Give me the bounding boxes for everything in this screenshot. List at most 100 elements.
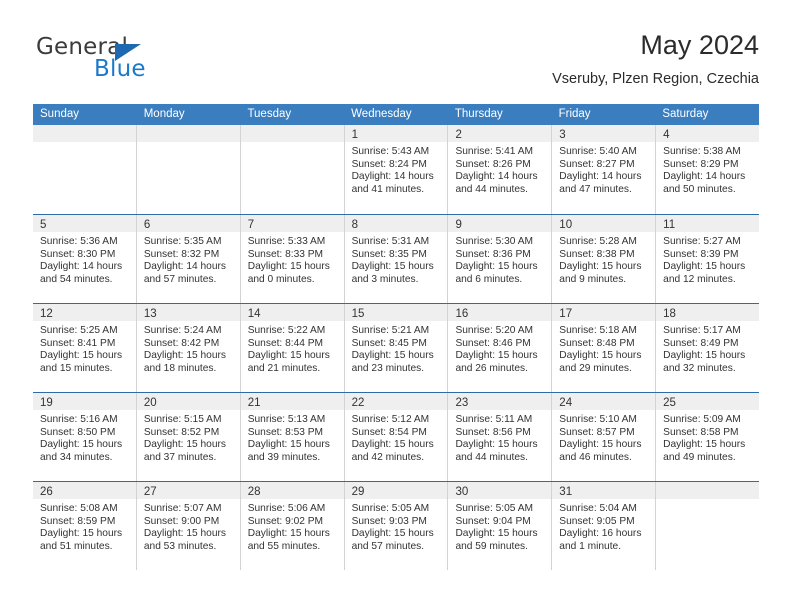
day-number-band: 14 (240, 304, 344, 321)
calendar-day-cell[interactable]: 31 Sunrise: 5:04 AM Sunset: 9:05 PM Dayligh… (551, 482, 656, 570)
daylight-text-line1: Daylight: 14 hours (143, 261, 226, 273)
calendar-day-cell[interactable]: 10 Sunrise: 5:28 AM Sunset: 8:38 PM Dayligh… (551, 215, 656, 303)
day-number-band: 22 (344, 393, 448, 410)
day-number-band: 24 (552, 393, 656, 410)
daylight-text-line2: and 0 minutes. (247, 273, 315, 285)
day-number-band: 31 (552, 482, 656, 499)
day-number-band: 4 (656, 125, 760, 142)
calendar-day-cell[interactable]: 13 Sunrise: 5:24 AM Sunset: 8:42 PM Dayligh… (135, 304, 240, 392)
sunset-text: Sunset: 8:56 PM (455, 426, 531, 438)
sunrise-text: Sunrise: 5:30 AM (455, 236, 534, 247)
sunset-text: Sunset: 8:29 PM (663, 158, 739, 170)
daylight-text-line1: Daylight: 15 hours (455, 350, 538, 362)
daylight-text-line1: Daylight: 15 hours (40, 350, 123, 362)
sunset-text: Sunset: 9:04 PM (455, 515, 531, 527)
calendar-day-cell[interactable]: 22 Sunrise: 5:12 AM Sunset: 8:54 PM Dayligh… (343, 393, 448, 481)
day-number-band: 17 (552, 304, 656, 321)
calendar-day-cell[interactable]: 12 Sunrise: 5:25 AM Sunset: 8:41 PM Dayligh… (33, 304, 136, 392)
sunset-text: Sunset: 8:26 PM (455, 158, 531, 170)
day-info: Sunrise: 5:08 AM Sunset: 8:59 PM Daylight:… (33, 499, 136, 553)
general-blue-logo[interactable]: General Blue (33, 34, 233, 90)
sunset-text: Sunset: 8:57 PM (559, 426, 635, 438)
sunset-text: Sunset: 8:38 PM (559, 248, 635, 260)
daylight-text-line2: and 41 minutes. (351, 183, 425, 195)
sunset-text: Sunset: 8:30 PM (40, 248, 116, 260)
sunrise-text: Sunrise: 5:09 AM (663, 414, 741, 425)
calendar-day-cell[interactable]: 16 Sunrise: 5:20 AM Sunset: 8:46 PM Dayligh… (447, 304, 552, 392)
calendar-day-cell[interactable]: 28 Sunrise: 5:06 AM Sunset: 9:02 PM Dayligh… (239, 482, 344, 570)
day-number-band: 5 (33, 215, 136, 232)
sunrise-text: Sunrise: 5:27 AM (663, 236, 741, 247)
day-number: 31 (559, 486, 573, 498)
calendar-day-cell[interactable]: 9 Sunrise: 5:30 AM Sunset: 8:36 PM Daylight… (447, 215, 552, 303)
day-number: 23 (455, 397, 469, 409)
calendar-day-cell[interactable]: 24 Sunrise: 5:10 AM Sunset: 8:57 PM Dayligh… (551, 393, 656, 481)
calendar-day-cell[interactable]: 1 Sunrise: 5:43 AM Sunset: 8:24 PM Daylight… (343, 125, 448, 214)
day-number: 19 (40, 397, 53, 409)
daylight-text-line2: and 53 minutes. (143, 540, 217, 552)
sunset-text: Sunset: 8:32 PM (143, 248, 220, 260)
calendar-day-cell[interactable]: 19 Sunrise: 5:16 AM Sunset: 8:50 PM Dayligh… (33, 393, 136, 481)
calendar-day-cell[interactable]: 3 Sunrise: 5:40 AM Sunset: 8:27 PM Daylight… (551, 125, 656, 214)
day-number-band (33, 125, 136, 142)
daylight-text-line2: and 47 minutes. (559, 183, 632, 195)
day-number: 4 (663, 129, 670, 141)
daylight-text-line2: and 3 minutes. (351, 273, 419, 285)
calendar-day-cell[interactable]: 20 Sunrise: 5:15 AM Sunset: 8:52 PM Dayligh… (135, 393, 240, 481)
daylight-text-line1: Daylight: 15 hours (143, 528, 226, 540)
sunset-text: Sunset: 8:27 PM (559, 158, 635, 170)
sunset-text: Sunset: 8:59 PM (40, 515, 116, 527)
weekday-header-row: Sunday Monday Tuesday Wednesday Thursday… (33, 104, 759, 125)
daylight-text-line1: Daylight: 15 hours (40, 439, 123, 451)
calendar-day-cell[interactable]: 29 Sunrise: 5:05 AM Sunset: 9:03 PM Dayligh… (343, 482, 448, 570)
sunrise-text: Sunrise: 5:08 AM (40, 503, 118, 514)
daylight-text-line1: Daylight: 15 hours (663, 350, 746, 362)
day-info: Sunrise: 5:09 AM Sunset: 8:58 PM Daylight:… (656, 410, 759, 464)
calendar-day-cell[interactable]: 4 Sunrise: 5:38 AM Sunset: 8:29 PM Daylight… (655, 125, 760, 214)
daylight-text-line2: and 29 minutes. (559, 362, 632, 374)
daylight-text-line2: and 1 minute. (559, 540, 622, 552)
calendar-day-cell[interactable]: 2 Sunrise: 5:41 AM Sunset: 8:26 PM Daylight… (447, 125, 552, 214)
day-number-band: 26 (33, 482, 136, 499)
sunrise-text: Sunrise: 5:35 AM (143, 236, 222, 247)
calendar-day-cell[interactable]: 5 Sunrise: 5:36 AM Sunset: 8:30 PM Daylight… (33, 215, 136, 303)
daylight-text-line2: and 50 minutes. (663, 183, 736, 195)
sunrise-text: Sunrise: 5:18 AM (559, 325, 637, 336)
calendar-day-cell[interactable]: 23 Sunrise: 5:11 AM Sunset: 8:56 PM Dayligh… (447, 393, 552, 481)
sunset-text: Sunset: 8:49 PM (663, 337, 739, 349)
daylight-text-line2: and 49 minutes. (663, 451, 736, 463)
daylight-text-line2: and 54 minutes. (40, 273, 113, 285)
sunrise-text: Sunrise: 5:05 AM (351, 503, 430, 514)
page-header: General Blue May 2024 Vseruby, Plzen Reg… (33, 28, 759, 96)
day-number-band: 3 (552, 125, 656, 142)
calendar-day-cell[interactable]: 17 Sunrise: 5:18 AM Sunset: 8:48 PM Dayligh… (551, 304, 656, 392)
calendar-day-cell[interactable]: 25 Sunrise: 5:09 AM Sunset: 8:58 PM Dayligh… (655, 393, 760, 481)
day-info: Sunrise: 5:33 AM Sunset: 8:33 PM Daylight:… (241, 232, 344, 286)
calendar-day-cell[interactable]: 15 Sunrise: 5:21 AM Sunset: 8:45 PM Dayligh… (343, 304, 448, 392)
calendar-day-cell[interactable]: 6 Sunrise: 5:35 AM Sunset: 8:32 PM Daylight… (135, 215, 240, 303)
calendar-day-cell[interactable]: 30 Sunrise: 5:05 AM Sunset: 9:04 PM Dayligh… (447, 482, 552, 570)
calendar-day-cell[interactable]: 11 Sunrise: 5:27 AM Sunset: 8:39 PM Dayligh… (655, 215, 760, 303)
calendar-week-row: 12 Sunrise: 5:25 AM Sunset: 8:41 PM Dayligh… (33, 303, 760, 392)
calendar-day-cell[interactable]: 18 Sunrise: 5:17 AM Sunset: 8:49 PM Dayligh… (655, 304, 760, 392)
page-title: May 2024 (640, 30, 759, 60)
day-info: Sunrise: 5:35 AM Sunset: 8:32 PM Daylight:… (137, 232, 240, 286)
daylight-text-line2: and 55 minutes. (247, 540, 321, 552)
sunset-text: Sunset: 8:52 PM (143, 426, 220, 438)
day-info: Sunrise: 5:27 AM Sunset: 8:39 PM Daylight:… (656, 232, 759, 286)
day-number-band: 18 (656, 304, 760, 321)
calendar-day-cell[interactable]: 21 Sunrise: 5:13 AM Sunset: 8:53 PM Dayligh… (239, 393, 344, 481)
day-number: 24 (559, 397, 573, 409)
calendar-day-cell[interactable]: 7 Sunrise: 5:33 AM Sunset: 8:33 PM Daylight… (239, 215, 344, 303)
day-number: 6 (143, 219, 151, 231)
calendar-day-cell[interactable]: 26 Sunrise: 5:08 AM Sunset: 8:59 PM Dayligh… (33, 482, 136, 570)
day-number: 17 (559, 308, 573, 320)
sunrise-text: Sunrise: 5:16 AM (40, 414, 118, 425)
calendar-day-cell[interactable]: 8 Sunrise: 5:31 AM Sunset: 8:35 PM Daylight… (343, 215, 448, 303)
day-info: Sunrise: 5:28 AM Sunset: 8:38 PM Daylight:… (552, 232, 655, 286)
sunset-text: Sunset: 8:36 PM (455, 248, 531, 260)
calendar-day-cell[interactable]: 27 Sunrise: 5:07 AM Sunset: 9:00 PM Dayligh… (135, 482, 240, 570)
calendar-day-cell[interactable]: 14 Sunrise: 5:22 AM Sunset: 8:44 PM Dayligh… (239, 304, 344, 392)
daylight-text-line2: and 39 minutes. (247, 451, 321, 463)
sunrise-text: Sunrise: 5:05 AM (455, 503, 534, 514)
